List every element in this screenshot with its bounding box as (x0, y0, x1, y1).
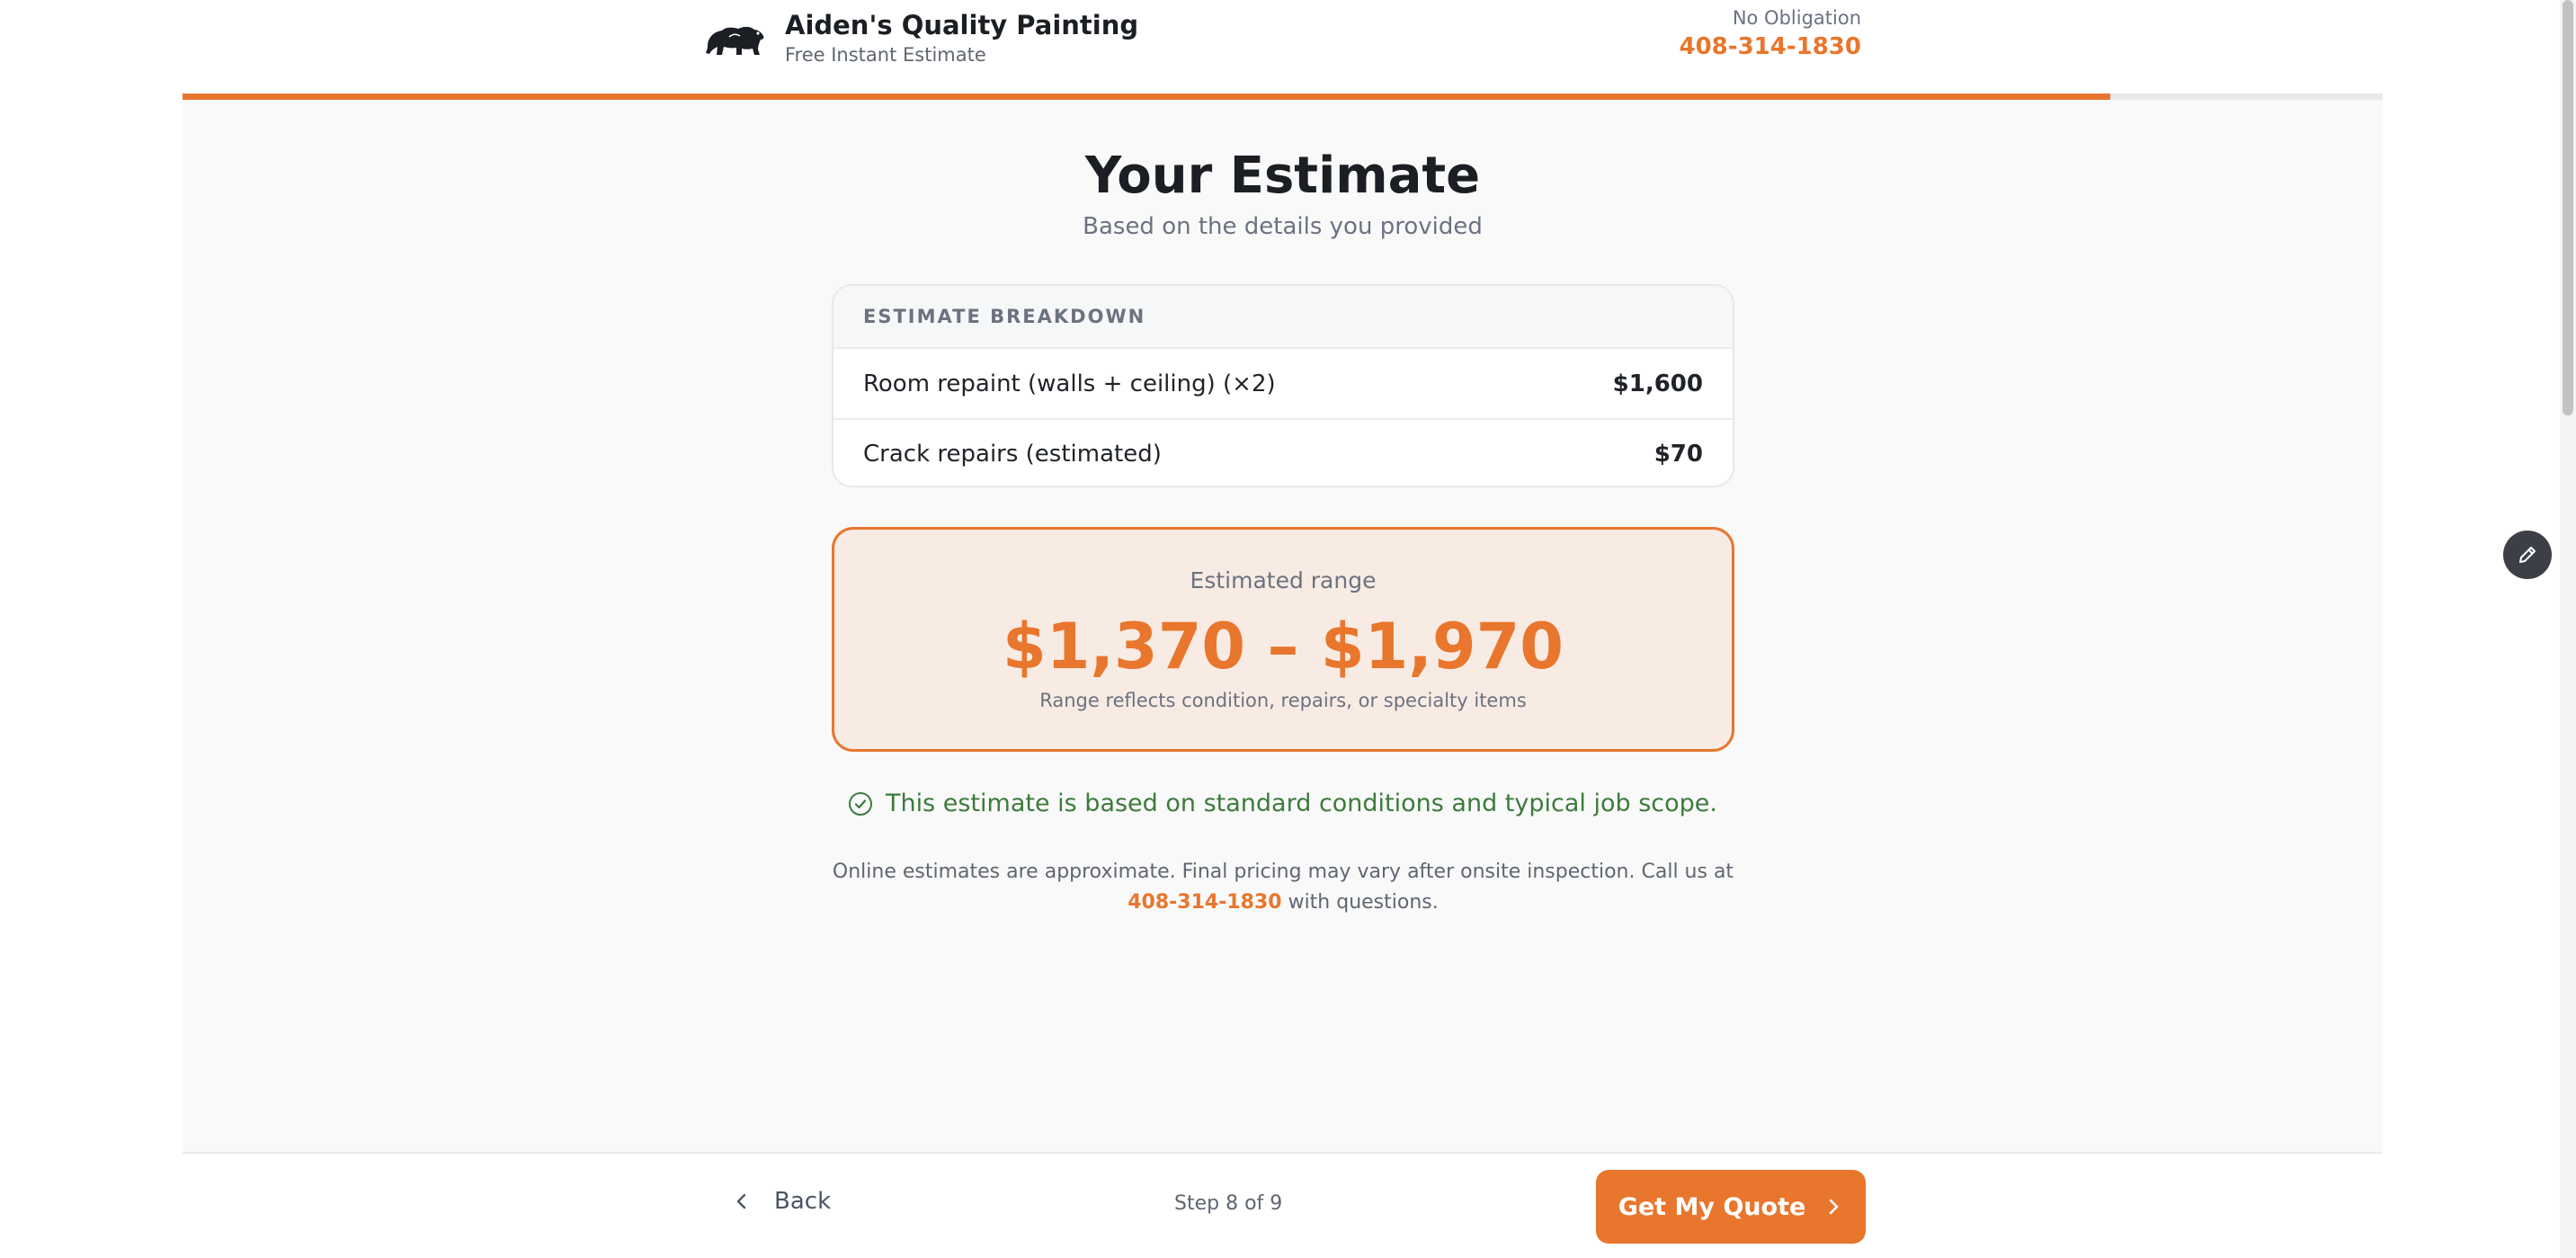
progress-fill (183, 94, 2110, 100)
breakdown-row: Room repaint (walls + ceiling) (×2) $1,6… (833, 349, 1733, 418)
disclaimer-text-after: with questions. (1281, 891, 1439, 914)
back-label: Back (774, 1188, 832, 1215)
disclaimer: Online estimates are approximate. Final … (832, 857, 1734, 918)
range-label: Estimated range (1190, 567, 1377, 593)
page: Aiden's Quality Painting Free Instant Es… (0, 0, 2576, 1258)
breakdown-row: Crack repairs (estimated) $70 (833, 418, 1733, 486)
brand-name: Aiden's Quality Painting (785, 10, 1139, 40)
brand-subtitle: Free Instant Estimate (785, 44, 986, 66)
get-my-quote-button[interactable]: Get My Quote (1596, 1170, 1866, 1244)
page-title: Your Estimate (1084, 147, 1481, 205)
header: Aiden's Quality Painting Free Instant Es… (0, 0, 2576, 94)
no-obligation-label: No Obligation (1732, 7, 1861, 29)
pencil-icon (2519, 547, 2536, 563)
scrollbar[interactable] (2560, 0, 2576, 1258)
breakdown-row-label: Crack repairs (estimated) (863, 440, 1162, 468)
progress-bar (183, 94, 2383, 100)
disclaimer-phone-link[interactable]: 408-314-1830 (1128, 891, 1281, 914)
quote-label: Get My Quote (1618, 1192, 1806, 1221)
bear-logo-icon (706, 26, 764, 55)
header-contact: No Obligation 408-314-1830 (1680, 5, 1862, 63)
back-button[interactable]: Back (731, 1188, 831, 1215)
page-subtitle: Based on the details you provided (1083, 213, 1483, 240)
breakdown-row-price: $70 (1653, 440, 1703, 468)
estimate-breakdown-card: ESTIMATE BREAKDOWN Room repaint (walls +… (832, 284, 1734, 487)
standard-conditions-notice: This estimate is based on standard condi… (183, 790, 2383, 817)
breakdown-row-price: $1,600 (1612, 370, 1703, 397)
step-indicator: Step 8 of 9 (1174, 1192, 1283, 1215)
footer-nav: Back Step 8 of 9 Get My Quote (183, 1152, 2383, 1258)
notice-text: This estimate is based on standard condi… (886, 790, 1717, 817)
chevron-left-icon (736, 1193, 746, 1209)
edit-button[interactable] (2503, 531, 2552, 579)
breakdown-heading: ESTIMATE BREAKDOWN (833, 286, 1733, 349)
header-phone-link[interactable]: 408-314-1830 (1680, 31, 1862, 63)
check-circle-icon (849, 791, 872, 816)
breakdown-row-label: Room repaint (walls + ceiling) (×2) (863, 370, 1276, 397)
scrollbar-thumb[interactable] (2563, 0, 2573, 415)
chevron-right-icon (1829, 1199, 1839, 1215)
brand[interactable]: Aiden's Quality Painting Free Instant Es… (704, 9, 1138, 67)
estimated-range-card: Estimated range $1,370 – $1,970 Range re… (832, 527, 1734, 752)
disclaimer-text-before: Online estimates are approximate. Final … (832, 861, 1734, 883)
range-note: Range reflects condition, repairs, or sp… (1039, 690, 1527, 711)
main-content: Your Estimate Based on the details you p… (183, 100, 2383, 1152)
range-values: $1,370 – $1,970 (1003, 610, 1564, 683)
